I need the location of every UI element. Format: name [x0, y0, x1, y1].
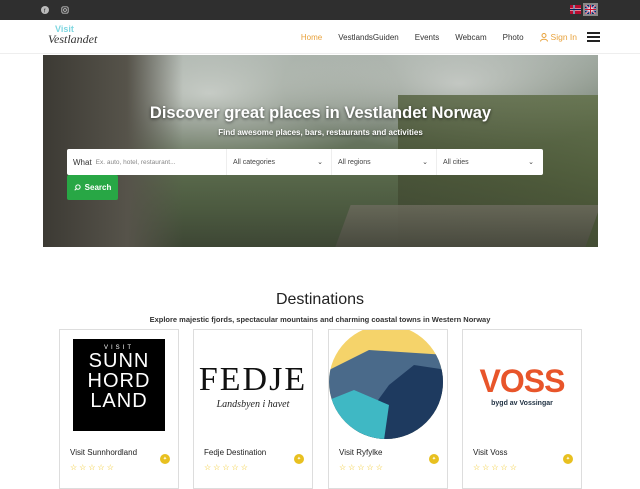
- instagram-icon[interactable]: [60, 5, 70, 15]
- search-icon: [73, 184, 81, 191]
- uk-flag-icon[interactable]: [583, 3, 598, 16]
- destination-card[interactable]: Visit Ryfylke ☆☆☆☆☆ ✦: [328, 329, 448, 489]
- sign-in-label: Sign In: [550, 32, 577, 42]
- site-logo[interactable]: Visit Vestlandet: [48, 24, 108, 48]
- regions-select[interactable]: All regions ⌄: [332, 149, 437, 175]
- star-rating: ☆☆☆☆☆: [339, 463, 385, 472]
- what-label: What: [73, 157, 92, 167]
- fedje-logo: FEDJE Landsbyen i havet: [198, 360, 308, 410]
- destination-card[interactable]: VISIT SUNN HORD LAND Visit Sunnhordland …: [59, 329, 179, 489]
- badge-icon: ✦: [294, 454, 304, 464]
- destination-name[interactable]: Fedje Destination: [204, 448, 266, 457]
- ryfylke-logo: [329, 330, 447, 440]
- menu-item-webcam[interactable]: Webcam: [455, 33, 486, 42]
- user-icon: [539, 32, 548, 42]
- destination-name[interactable]: Visit Sunnhordland: [70, 448, 137, 457]
- voss-logo: VOSS bygd av Vossingar: [479, 363, 566, 407]
- search-button[interactable]: Search: [67, 175, 118, 200]
- search-form: What Ex. auto, hotel, restaurant... All …: [67, 149, 543, 175]
- badge-icon: ✦: [429, 454, 439, 464]
- menu-item-home[interactable]: Home: [301, 33, 322, 42]
- hamburger-menu-icon[interactable]: [587, 32, 600, 42]
- logo-vestlandet-text: Vestlandet: [48, 32, 98, 46]
- badge-icon: ✦: [563, 454, 573, 464]
- menu-item-vestlandsguiden[interactable]: VestlandsGuiden: [338, 33, 399, 42]
- hero-subtitle: Find awesome places, bars, restaurants a…: [218, 128, 423, 137]
- categories-value: All categories: [233, 158, 276, 166]
- search-button-label: Search: [84, 183, 112, 192]
- hero-ledge-shape: [335, 205, 598, 247]
- main-menu: Home VestlandsGuiden Events Webcam Photo…: [285, 20, 600, 54]
- what-field[interactable]: What Ex. auto, hotel, restaurant...: [67, 149, 227, 175]
- star-rating: ☆☆☆☆☆: [473, 463, 519, 472]
- destination-name[interactable]: Visit Ryfylke: [339, 448, 382, 457]
- star-rating: ☆☆☆☆☆: [70, 463, 116, 472]
- main-navbar: Visit Vestlandet Home VestlandsGuiden Ev…: [0, 20, 640, 54]
- star-rating: ☆☆☆☆☆: [204, 463, 250, 472]
- cities-select[interactable]: All cities ⌄: [437, 149, 542, 175]
- top-bar: f: [0, 0, 640, 20]
- destinations-subtitle: Explore majestic fjords, spectacular mou…: [149, 315, 491, 324]
- sunnhordland-logo: VISIT SUNN HORD LAND: [60, 330, 178, 440]
- what-input[interactable]: Ex. auto, hotel, restaurant...: [96, 159, 176, 166]
- destination-card[interactable]: VOSS bygd av Vossingar Visit Voss ☆☆☆☆☆ …: [462, 329, 582, 489]
- hero-banner: Discover great places in Vestlandet Norw…: [43, 55, 598, 247]
- badge-icon: ✦: [160, 454, 170, 464]
- norway-flag-icon[interactable]: [570, 5, 581, 14]
- regions-value: All regions: [338, 158, 371, 166]
- destinations-title: Destinations: [275, 291, 365, 308]
- chevron-down-icon: ⌄: [528, 159, 534, 166]
- facebook-icon[interactable]: f: [40, 5, 50, 15]
- menu-item-events[interactable]: Events: [415, 33, 439, 42]
- categories-select[interactable]: All categories ⌄: [227, 149, 332, 175]
- destination-card[interactable]: FEDJE Landsbyen i havet Fedje Destinatio…: [193, 329, 313, 489]
- cities-value: All cities: [443, 158, 469, 166]
- hero-title: Discover great places in Vestlandet Norw…: [149, 104, 492, 122]
- chevron-down-icon: ⌄: [317, 159, 323, 166]
- chevron-down-icon: ⌄: [422, 159, 428, 166]
- sign-in-link[interactable]: Sign In: [539, 32, 577, 42]
- menu-item-photo[interactable]: Photo: [503, 33, 524, 42]
- destination-name[interactable]: Visit Voss: [473, 448, 508, 457]
